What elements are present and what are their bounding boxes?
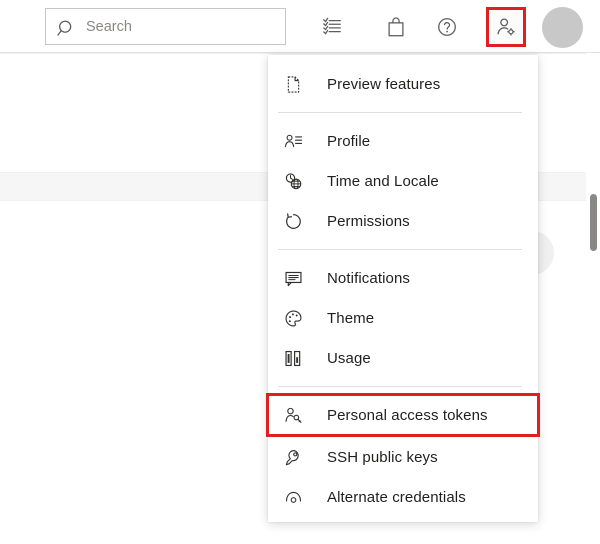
page-scrollbar-thumb[interactable] [590, 194, 597, 251]
preview-features-icon [282, 73, 304, 95]
marketplace-icon-button[interactable] [377, 8, 415, 46]
profile-icon [282, 130, 304, 152]
search-icon [56, 18, 74, 36]
menu-item-profile[interactable]: Profile [268, 121, 538, 161]
top-header-bar [0, 0, 600, 53]
menu-item-label: Theme [327, 309, 375, 327]
ssh-key-icon [282, 446, 304, 468]
menu-item-label: Alternate credentials [327, 488, 466, 506]
marketplace-bag-icon [385, 16, 407, 38]
menu-item-time-and-locale[interactable]: Time and Locale [268, 161, 538, 201]
menu-separator [278, 386, 522, 387]
usage-chart-icon [282, 347, 304, 369]
menu-item-label: Usage [327, 349, 371, 367]
help-icon-button[interactable] [428, 8, 466, 46]
menu-item-personal-access-tokens[interactable]: Personal access tokens [266, 393, 540, 437]
menu-item-ssh-public-keys[interactable]: SSH public keys [268, 437, 538, 477]
user-settings-menu: Preview features Profile Time and Locale… [266, 55, 540, 522]
avatar[interactable] [542, 7, 583, 48]
menu-item-notifications[interactable]: Notifications [268, 258, 538, 298]
menu-separator [278, 249, 522, 250]
menu-item-permissions[interactable]: Permissions [268, 201, 538, 241]
permissions-icon [282, 210, 304, 232]
user-settings-icon [495, 16, 517, 38]
menu-item-label: Notifications [327, 269, 411, 287]
search-input[interactable] [86, 18, 266, 35]
alternate-credentials-icon [282, 486, 304, 508]
menu-item-label: Profile [327, 132, 371, 150]
menu-item-label: SSH public keys [327, 448, 438, 466]
help-question-icon [436, 16, 458, 38]
menu-item-label: Time and Locale [327, 172, 439, 190]
search-box[interactable] [45, 8, 286, 45]
personal-access-tokens-icon [282, 404, 304, 426]
menu-item-theme[interactable]: Theme [268, 298, 538, 338]
notifications-icon [282, 267, 304, 289]
menu-item-usage[interactable]: Usage [268, 338, 538, 378]
page-scrollbar[interactable] [586, 53, 600, 544]
menu-item-label: Personal access tokens [327, 406, 488, 424]
menu-item-preview-features[interactable]: Preview features [268, 64, 538, 104]
work-items-icon [321, 16, 343, 38]
menu-item-alternate-credentials[interactable]: Alternate credentials [268, 477, 538, 517]
menu-separator [278, 112, 522, 113]
menu-item-label: Preview features [327, 75, 441, 93]
user-settings-icon-button[interactable] [486, 7, 526, 47]
time-and-locale-icon [282, 170, 304, 192]
theme-palette-icon [282, 307, 304, 329]
menu-item-label: Permissions [327, 212, 410, 230]
content-top-divider [0, 53, 600, 54]
work-items-icon-button[interactable] [313, 8, 351, 46]
